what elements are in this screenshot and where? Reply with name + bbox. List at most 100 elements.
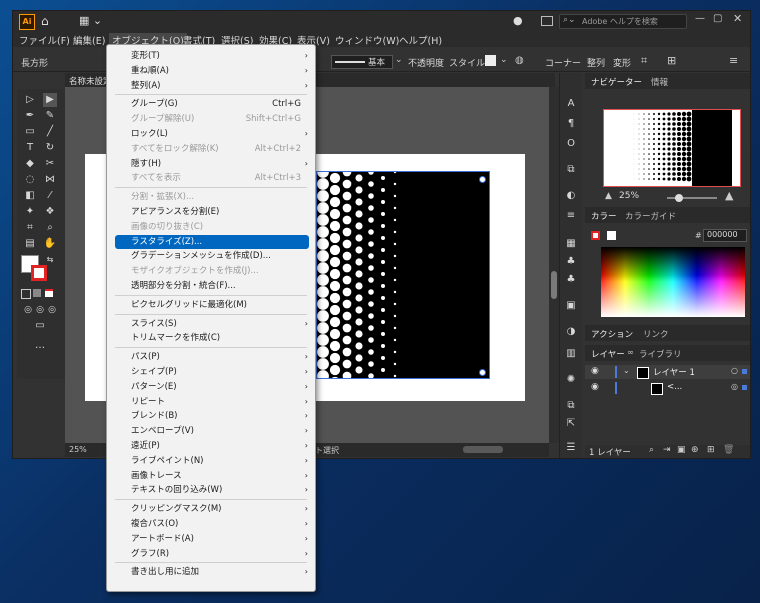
gradient-panel-icon[interactable]: ▣ bbox=[564, 299, 578, 313]
locate-object-icon[interactable]: ⌕ bbox=[649, 445, 654, 455]
object-menu-item[interactable]: ロック(L) › bbox=[107, 127, 315, 141]
object-menu-item[interactable]: グラフ(R) › bbox=[107, 547, 315, 561]
chart-tool-icon[interactable]: ▤ bbox=[23, 237, 37, 251]
object-menu-item[interactable]: 遠近(P) › bbox=[107, 439, 315, 453]
symbol-tool-icon[interactable]: ❖ bbox=[43, 205, 57, 219]
layers-tab[interactable]: レイヤー bbox=[591, 348, 625, 360]
opentype-panel-icon[interactable]: O bbox=[564, 137, 578, 151]
object-menu-item[interactable]: トリムマークを作成(C) bbox=[107, 331, 315, 345]
selection-indicator[interactable] bbox=[742, 369, 747, 374]
home-icon[interactable]: ⌂ bbox=[41, 14, 49, 28]
scissors-tool-icon[interactable]: ✂ bbox=[43, 157, 57, 171]
sublayer-target-icon[interactable]: ◎ bbox=[731, 382, 738, 391]
color-tab[interactable]: カラー bbox=[591, 210, 617, 222]
properties-panel-icon[interactable]: ☰ bbox=[564, 441, 578, 455]
object-menu-item[interactable]: グループ(G) Ctrl+G bbox=[107, 97, 315, 111]
more-tools-icon[interactable]: … bbox=[33, 339, 47, 353]
object-menu-item[interactable]: リピート › bbox=[107, 395, 315, 409]
character-panel-icon[interactable]: A bbox=[564, 97, 578, 111]
account-icon[interactable]: ● bbox=[513, 14, 523, 27]
object-menu-item[interactable]: パス(P) › bbox=[107, 350, 315, 364]
draw-inside-icon[interactable]: ◎ bbox=[45, 303, 59, 317]
artboards-panel-icon[interactable]: ⧉ bbox=[564, 399, 578, 413]
panel-toggle-icon[interactable] bbox=[541, 16, 553, 26]
chevron-down-icon[interactable]: ⌄ bbox=[395, 55, 403, 65]
swatches-panel-icon[interactable]: ▦ bbox=[564, 237, 578, 251]
export-panel-icon[interactable]: ⇱ bbox=[564, 417, 578, 431]
help-search[interactable]: ⌕⌄ Adobe ヘルプを検索 bbox=[559, 14, 687, 29]
layer-row[interactable]: ◉ ⌄ レイヤー 1 ○ bbox=[585, 365, 750, 379]
object-menu-item[interactable]: パターン(E) › bbox=[107, 380, 315, 394]
object-menu-item[interactable]: アートボード(A) › bbox=[107, 532, 315, 546]
blend-tool-icon[interactable]: ✦ bbox=[23, 205, 37, 219]
color-stroke-swatch[interactable] bbox=[591, 231, 600, 240]
visibility-eye-icon[interactable]: ◉ bbox=[591, 366, 599, 376]
expand-chevron-icon[interactable]: ⌄ bbox=[623, 366, 630, 375]
minimize-button[interactable]: — bbox=[695, 13, 705, 24]
brush-tool-icon[interactable]: ╱ bbox=[43, 125, 57, 139]
menu-help[interactable]: ヘルプ(H) bbox=[399, 33, 442, 47]
stroke-panel-icon[interactable]: ≡ bbox=[564, 209, 578, 223]
control-menu-icon[interactable]: ≡ bbox=[729, 54, 738, 67]
target-icon[interactable]: ○ bbox=[731, 366, 738, 375]
libraries-tab[interactable]: ライブラリ bbox=[639, 348, 682, 360]
navigator-tab[interactable]: ナビゲーター bbox=[591, 76, 642, 88]
object-menu-item[interactable]: ラスタライズ(Z)... bbox=[115, 234, 309, 249]
sublayer-row[interactable]: ◉ <... ◎ bbox=[585, 381, 750, 395]
links-tab[interactable]: リンク bbox=[643, 328, 669, 340]
zoom-tool-icon[interactable]: ⌕ bbox=[43, 221, 57, 235]
corner-link[interactable]: コーナー bbox=[545, 56, 581, 69]
navigator-slider-knob[interactable] bbox=[675, 194, 683, 202]
actions-tab[interactable]: アクション bbox=[591, 328, 633, 340]
menu-window[interactable]: ウィンドウ(W) bbox=[335, 33, 399, 47]
menu-edit[interactable]: 編集(E) bbox=[73, 33, 105, 47]
export-icon[interactable]: ⇥ bbox=[663, 445, 671, 455]
transparency-panel-icon[interactable]: ◑ bbox=[564, 325, 578, 339]
color-spectrum[interactable] bbox=[601, 247, 745, 317]
clipping-mask-icon[interactable]: ▣ bbox=[677, 445, 686, 455]
corner-widget-handle-bottom[interactable] bbox=[479, 369, 486, 376]
style-swatch[interactable] bbox=[485, 55, 496, 66]
align-link[interactable]: 整列 bbox=[587, 56, 605, 69]
sublayer-name[interactable]: <... bbox=[667, 382, 682, 392]
object-menu-item[interactable]: クリッピングマスク(M) › bbox=[107, 502, 315, 516]
paragraph-panel-icon[interactable]: ¶ bbox=[564, 117, 578, 131]
isolate-icon[interactable]: ⌗ bbox=[641, 54, 647, 68]
trash-icon[interactable]: 🗑 bbox=[723, 445, 734, 455]
color-guide-tab[interactable]: カラーガイド bbox=[625, 210, 676, 222]
navigator-preview[interactable] bbox=[603, 109, 741, 187]
asset-export-icon[interactable]: ✺ bbox=[564, 373, 578, 387]
appearance-panel-icon[interactable]: ◐ bbox=[564, 189, 578, 203]
screen-mode-icon[interactable]: ▭ bbox=[33, 319, 47, 333]
new-sublayer-icon[interactable]: ⊕ bbox=[691, 445, 699, 455]
zoom-level[interactable]: 25% bbox=[69, 445, 87, 454]
object-menu-item[interactable]: 重ね順(A) › bbox=[107, 64, 315, 78]
object-menu-item[interactable]: グラデーションメッシュを作成(D)... bbox=[107, 249, 315, 263]
hex-field[interactable]: 000000 bbox=[703, 229, 747, 242]
halftone-artwork[interactable] bbox=[316, 171, 490, 379]
direct-selection-tool-icon[interactable]: ▶ bbox=[43, 93, 57, 107]
rotate-tool-icon[interactable]: ↻ bbox=[43, 141, 57, 155]
sublayer-selection-indicator[interactable] bbox=[742, 385, 747, 390]
object-menu-item[interactable]: シェイプ(P) › bbox=[107, 365, 315, 379]
object-menu-item[interactable]: 画像トレース › bbox=[107, 469, 315, 483]
mountain-small-icon[interactable]: ▲ bbox=[605, 191, 612, 201]
eyedropper-tool-icon[interactable]: ⁄ bbox=[43, 189, 57, 203]
pen-tool-icon[interactable]: ✒ bbox=[23, 109, 37, 123]
object-menu-item[interactable]: ライブペイント(N) › bbox=[107, 454, 315, 468]
mountain-large-icon[interactable]: ▲ bbox=[725, 189, 733, 202]
rectangle-tool-icon[interactable]: ▭ bbox=[23, 125, 37, 139]
new-layer-icon[interactable]: ⊞ bbox=[707, 445, 715, 455]
lasso-tool-icon[interactable]: ◌ bbox=[23, 173, 37, 187]
navigator-zoom[interactable]: 25% bbox=[619, 191, 639, 201]
transform-panel-icon[interactable]: ⧉ bbox=[564, 163, 578, 177]
style-chevron-icon[interactable]: ⌄ bbox=[500, 55, 508, 65]
eraser-tool-icon[interactable]: ◆ bbox=[23, 157, 37, 171]
opacity-link[interactable]: 不透明度 bbox=[408, 56, 444, 69]
scroll-thumb[interactable] bbox=[551, 271, 557, 299]
gradient-mode-icon[interactable] bbox=[33, 289, 41, 297]
menu-file[interactable]: ファイル(F) bbox=[19, 33, 70, 47]
artboard-tool-icon[interactable]: ⌗ bbox=[23, 221, 37, 235]
object-menu-item[interactable]: テキストの回り込み(W) › bbox=[107, 483, 315, 497]
object-menu-item[interactable]: 透明部分を分割・統合(F)... bbox=[107, 279, 315, 293]
